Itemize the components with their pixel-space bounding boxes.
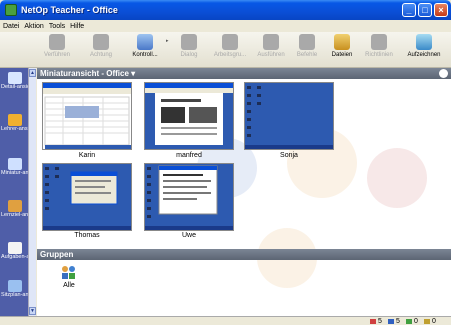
group-all-label[interactable]: Alle: [57, 282, 81, 289]
toolbar: Verführen Achtung Kontroll... ▸ Dialog A…: [0, 32, 451, 68]
chat-icon: [181, 34, 197, 50]
files-button[interactable]: Dateien: [326, 34, 358, 66]
window-title: NetOp Teacher - Office: [21, 5, 118, 15]
run-button[interactable]: Ausführen: [252, 34, 290, 66]
status-bar: 5 5 0 0: [0, 316, 451, 325]
commands-icon: [299, 34, 315, 50]
students-icon: [370, 319, 376, 324]
run-icon: [263, 34, 279, 50]
sidebar-item-seating-view[interactable]: Sitzplan-ansicht: [1, 280, 28, 298]
menu-aktion[interactable]: Aktion: [24, 23, 43, 30]
workgroup-icon: [222, 34, 238, 50]
workgroup-button[interactable]: Arbeitsgru...: [210, 34, 250, 66]
sidebar-scroll-up-icon[interactable]: ▲: [29, 69, 36, 77]
menu-tools[interactable]: Tools: [49, 23, 65, 30]
status-students: 5: [370, 318, 382, 325]
student-name: Karin: [78, 152, 96, 159]
detail-view-icon: [7, 72, 22, 84]
close-button[interactable]: ×: [434, 3, 448, 17]
student-name: manfred: [176, 152, 202, 159]
netop-app-icon: [5, 4, 17, 16]
minimize-button[interactable]: _: [402, 3, 416, 17]
sidebar-item-thumbnail-view[interactable]: Miniatur-ansicht: [1, 158, 28, 176]
sidebar-scroll-down-icon[interactable]: ▼: [29, 307, 36, 315]
demonstrate-icon: [49, 34, 65, 50]
attention-icon: [93, 34, 109, 50]
thumbnail-view-icon: [7, 158, 22, 170]
student-thumbnail-sonja[interactable]: [244, 82, 334, 150]
sidebar-item-goals-view[interactable]: Lernziel-ansicht: [1, 200, 28, 218]
status-checked: 0: [406, 318, 418, 325]
monitors-icon: [388, 319, 394, 324]
window-controls: _ □ ×: [402, 3, 448, 17]
teacher-view-icon: [7, 114, 22, 126]
maximize-button[interactable]: □: [418, 3, 432, 17]
chat-button[interactable]: Dialog: [172, 34, 206, 66]
control-button[interactable]: Kontroll...: [128, 34, 162, 66]
seating-view-icon: [7, 280, 22, 292]
sidebar-item-assignment-view[interactable]: Aufgaben-ansicht: [1, 242, 28, 260]
desktop-window-screen: [43, 164, 131, 230]
student-thumbnail-uwe[interactable]: [144, 163, 234, 231]
sidebar-item-detail-view[interactable]: Detail-ansicht: [1, 72, 28, 90]
document-screen: [145, 164, 233, 230]
menu-bar: Datei Aktion Tools Hilfe: [0, 20, 451, 32]
policies-icon: [371, 34, 387, 50]
thumbnail-pane: Miniaturansicht - Office ▾ Karin manfred: [37, 68, 451, 316]
demonstrate-button[interactable]: Verführen: [40, 34, 74, 66]
groups-header[interactable]: Gruppen: [37, 249, 451, 260]
status-handup: 0: [424, 318, 436, 325]
policies-button[interactable]: Richtlinien: [362, 34, 396, 66]
thumbnail-pane-header[interactable]: Miniaturansicht - Office ▾: [37, 68, 451, 79]
record-button[interactable]: Aufzeichnen: [402, 34, 446, 66]
files-icon: [334, 34, 350, 50]
handup-icon: [424, 319, 430, 324]
background-figure: [367, 148, 427, 208]
student-thumbnail-manfred[interactable]: [144, 82, 234, 150]
student-name: Sonja: [280, 152, 298, 159]
control-icon: [137, 34, 153, 50]
document-screen: [145, 83, 233, 149]
student-thumbnail-thomas[interactable]: [42, 163, 132, 231]
title-bar: NetOp Teacher - Office _ □ ×: [0, 0, 451, 20]
student-thumbnail-karin[interactable]: [42, 82, 132, 150]
goals-view-icon: [7, 200, 22, 212]
checked-icon: [406, 319, 412, 324]
assignment-view-icon: [7, 242, 22, 254]
record-icon: [416, 34, 432, 50]
group-icon[interactable]: [60, 264, 78, 282]
attention-button[interactable]: Achtung: [84, 34, 118, 66]
collapse-icon[interactable]: [439, 69, 448, 78]
student-name: Thomas: [74, 232, 100, 239]
commands-button[interactable]: Befehle: [290, 34, 324, 66]
control-dropdown-icon[interactable]: ▸: [166, 38, 170, 44]
desktop-screen: [245, 83, 333, 149]
sidebar-item-teacher-view[interactable]: Lehrer-ansicht: [1, 114, 28, 132]
menu-datei[interactable]: Datei: [3, 23, 19, 30]
status-monitors: 5: [388, 318, 400, 325]
sidebar-scrollbar[interactable]: [28, 68, 36, 316]
menu-hilfe[interactable]: Hilfe: [70, 23, 84, 30]
spreadsheet-screen: [43, 83, 131, 149]
student-name: Uwe: [181, 232, 196, 239]
